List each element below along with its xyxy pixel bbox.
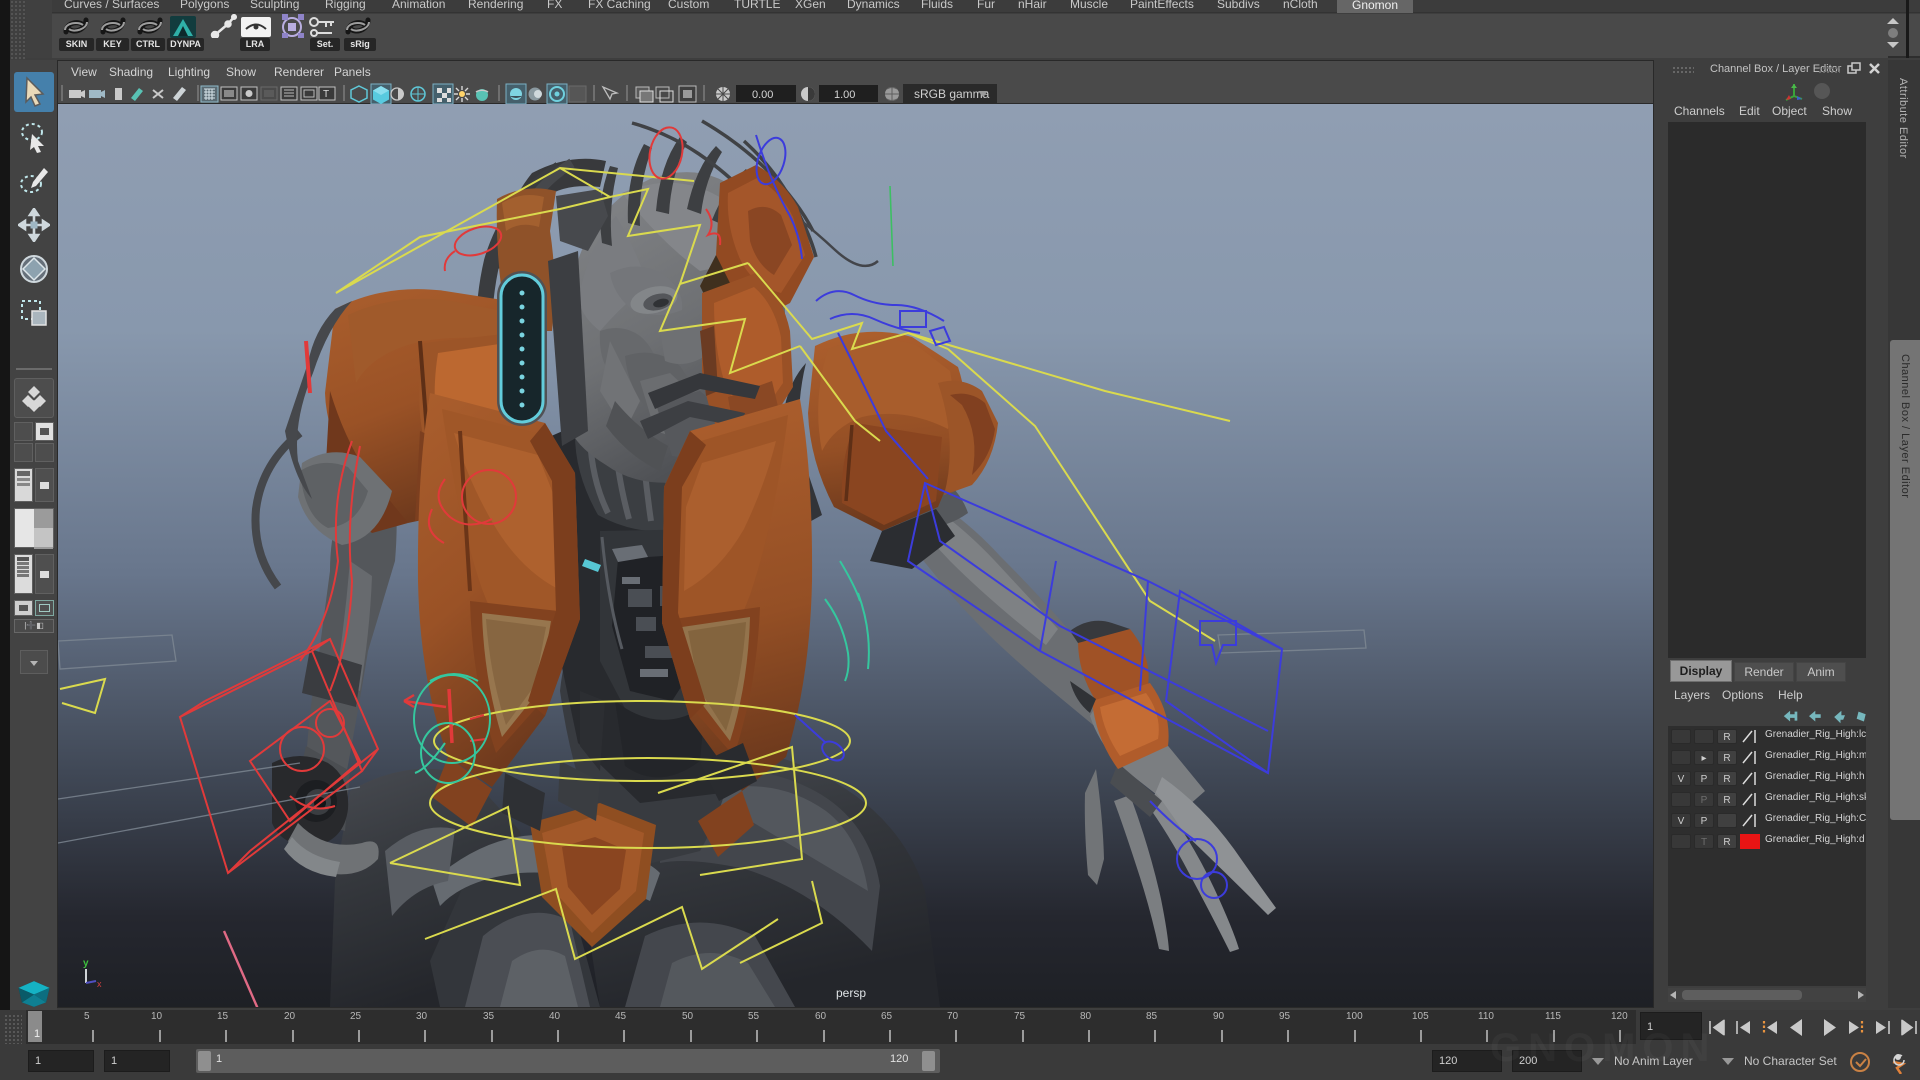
svg-text:T: T (323, 89, 329, 100)
svg-text:y: y (83, 958, 89, 969)
svg-text:x: x (97, 979, 102, 989)
svg-text:sRGB gamma: sRGB gamma (914, 87, 990, 101)
svg-text:persp: persp (836, 986, 866, 1000)
svg-text:0.00: 0.00 (752, 89, 773, 101)
svg-text:1.00: 1.00 (834, 89, 855, 101)
